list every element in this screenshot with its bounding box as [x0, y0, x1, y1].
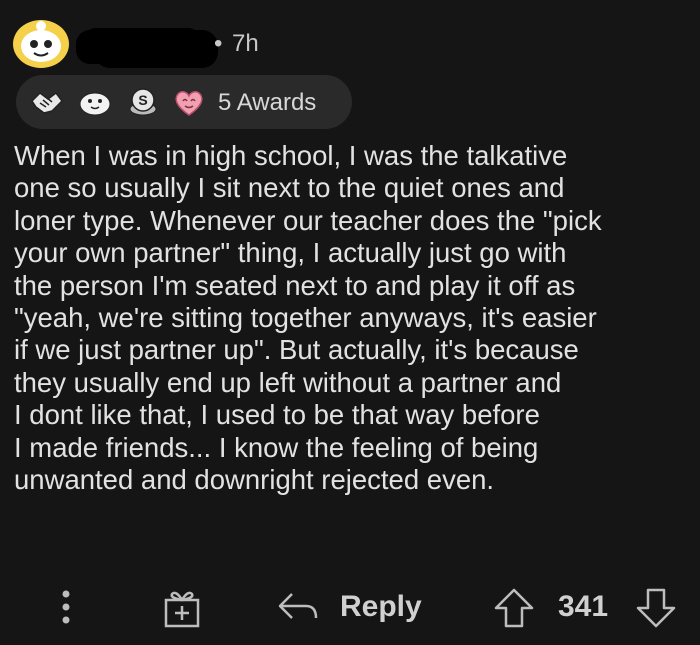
- comment-header: • 7h: [10, 14, 690, 78]
- reply-arrow-icon: [278, 593, 318, 619]
- give-award-button[interactable]: [160, 586, 204, 630]
- comment-time: 7h: [232, 30, 259, 57]
- username-redacted: [82, 28, 202, 62]
- reply-icon-button[interactable]: [276, 590, 320, 626]
- comment-actions: Reply 341: [0, 580, 700, 636]
- handshake-award-icon: [31, 91, 63, 114]
- svg-text:S: S: [138, 92, 147, 108]
- downvote-arrow-icon: [636, 588, 676, 628]
- avatar[interactable]: [10, 16, 72, 70]
- silver-coin-award-icon: S: [129, 88, 157, 116]
- heart-eyes-award-icon: [175, 91, 203, 116]
- gift-icon: [164, 591, 200, 628]
- vote-score: 341: [558, 590, 609, 623]
- more-vertical-icon: [62, 590, 70, 624]
- separator-dot: •: [214, 30, 223, 57]
- upvote-arrow-icon: [494, 588, 534, 628]
- comment-body: When I was in high school, I was the tal…: [14, 140, 602, 496]
- upvote-button[interactable]: [492, 586, 536, 630]
- awards-pill[interactable]: S 5 Awards: [16, 75, 352, 129]
- wholesome-seal-award-icon: [79, 92, 111, 116]
- reply-button[interactable]: Reply: [340, 590, 422, 624]
- more-options-button[interactable]: [56, 586, 76, 628]
- downvote-button[interactable]: [634, 586, 678, 630]
- awards-count-label: 5 Awards: [218, 89, 317, 116]
